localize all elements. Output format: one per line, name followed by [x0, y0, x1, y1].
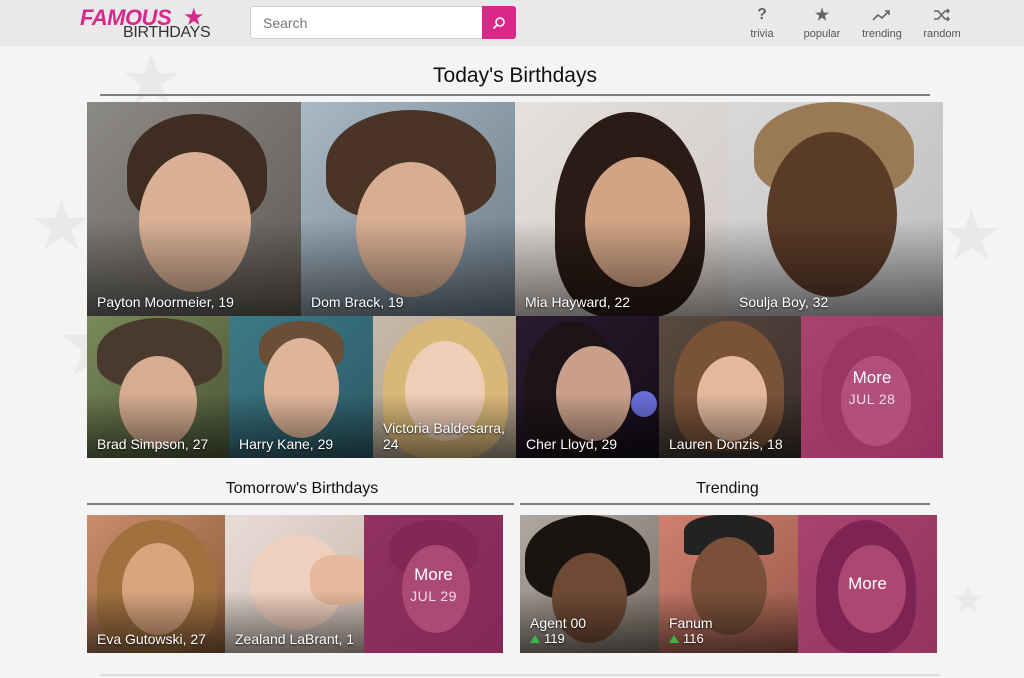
nav-label: trivia [750, 28, 774, 40]
site-logo[interactable]: FAMOUS ★ BIRTHDAYS [80, 4, 211, 43]
background-star-icon: ★ [30, 186, 93, 264]
more-label: More [848, 574, 887, 593]
trending-caption: Agent 00 119 [530, 615, 653, 647]
celebrity-tile[interactable]: Eva Gutowski, 27 [87, 515, 225, 653]
background-star-icon: ★ [950, 578, 986, 622]
more-overlay: More JUL 28 [801, 316, 943, 458]
section-title-today: Today's Birthdays [433, 64, 597, 87]
more-tomorrow-tile[interactable]: More JUL 29 [364, 515, 503, 653]
top-nav: ? trivia ★ popular trending random [740, 4, 964, 40]
nav-label: trending [862, 28, 902, 40]
trending-caption: Fanum 116 [669, 615, 792, 647]
nav-label: popular [803, 28, 841, 40]
more-today-tile[interactable]: More JUL 28 [801, 316, 943, 458]
logo-birthdays-text: BIRTHDAYS [123, 24, 211, 41]
celebrity-caption: Mia Hayward, 22 [525, 294, 631, 310]
nav-label: random [923, 28, 961, 40]
footer-divider [100, 674, 940, 676]
section-divider [87, 503, 514, 505]
trending-name: Fanum [669, 615, 713, 631]
celebrity-caption: Harry Kane, 29 [239, 436, 334, 452]
more-overlay: More JUL 29 [364, 515, 503, 653]
section-divider [100, 94, 930, 96]
more-trending-tile[interactable]: More [798, 515, 937, 653]
shuffle-icon [933, 4, 951, 26]
more-overlay: More [798, 515, 937, 653]
celebrity-tile[interactable]: Zealand LaBrant, 1 [225, 515, 364, 653]
celebrity-tile[interactable]: Dom Brack, 19 [301, 102, 515, 316]
celebrity-caption: Dom Brack, 19 [311, 294, 404, 310]
celebrity-caption: Lauren Donzis, 18 [669, 436, 783, 452]
star-icon: ★ [814, 7, 830, 24]
section-title-tomorrow: Tomorrow's Birthdays [225, 480, 379, 497]
celebrity-caption: Payton Moormeier, 19 [97, 294, 234, 310]
celebrity-caption: Victoria Baldesarra, 24 [383, 420, 505, 452]
celebrity-caption: Zealand LaBrant, 1 [235, 631, 355, 647]
more-label: More [414, 564, 453, 584]
search-input[interactable] [250, 6, 482, 39]
trending-tile[interactable]: Fanum 116 [659, 515, 798, 653]
celebrity-caption: Soulja Boy, 32 [739, 294, 829, 310]
celebrity-tile[interactable]: Lauren Donzis, 18 [659, 316, 801, 458]
section-divider [520, 503, 930, 505]
search-icon [493, 16, 505, 29]
trending-icon [872, 4, 892, 26]
search-button[interactable] [482, 6, 516, 39]
search-bar [250, 6, 516, 39]
celebrity-tile[interactable]: Payton Moormeier, 19 [87, 102, 301, 316]
trending-rank: 116 [669, 631, 792, 647]
nav-popular[interactable]: ★ popular [800, 4, 844, 40]
celebrity-tile[interactable]: Harry Kane, 29 [229, 316, 373, 458]
nav-trending[interactable]: trending [860, 4, 904, 40]
celebrity-tile[interactable]: Soulja Boy, 32 [729, 102, 943, 316]
trending-name: Agent 00 [530, 615, 587, 631]
celebrity-tile[interactable]: Cher Lloyd, 29 [516, 316, 659, 458]
nav-random[interactable]: random [920, 4, 964, 40]
site-header: FAMOUS ★ BIRTHDAYS ? trivia ★ popular tr… [0, 0, 1024, 46]
celebrity-caption: Eva Gutowski, 27 [97, 631, 206, 647]
more-date: JUL 29 [410, 587, 457, 604]
celebrity-tile[interactable]: Mia Hayward, 22 [515, 102, 729, 316]
trending-rank: 119 [530, 631, 653, 647]
more-date: JUL 28 [848, 390, 896, 407]
trending-rank-value: 116 [683, 631, 704, 646]
celebrity-caption: Cher Lloyd, 29 [526, 436, 618, 452]
trend-up-icon [669, 635, 679, 643]
trending-tile[interactable]: Agent 00 119 [520, 515, 659, 653]
celebrity-caption: Brad Simpson, 27 [97, 436, 209, 452]
background-star-icon: ★ [940, 196, 1003, 274]
trend-up-icon [530, 635, 540, 643]
celebrity-tile[interactable]: Brad Simpson, 27 [87, 316, 229, 458]
more-label: More [852, 367, 892, 387]
section-title-trending: Trending [696, 480, 759, 497]
trending-rank-value: 119 [544, 631, 565, 646]
nav-trivia[interactable]: ? trivia [740, 4, 784, 40]
question-icon: ? [757, 6, 767, 23]
celebrity-tile[interactable]: Victoria Baldesarra, 24 [373, 316, 516, 458]
